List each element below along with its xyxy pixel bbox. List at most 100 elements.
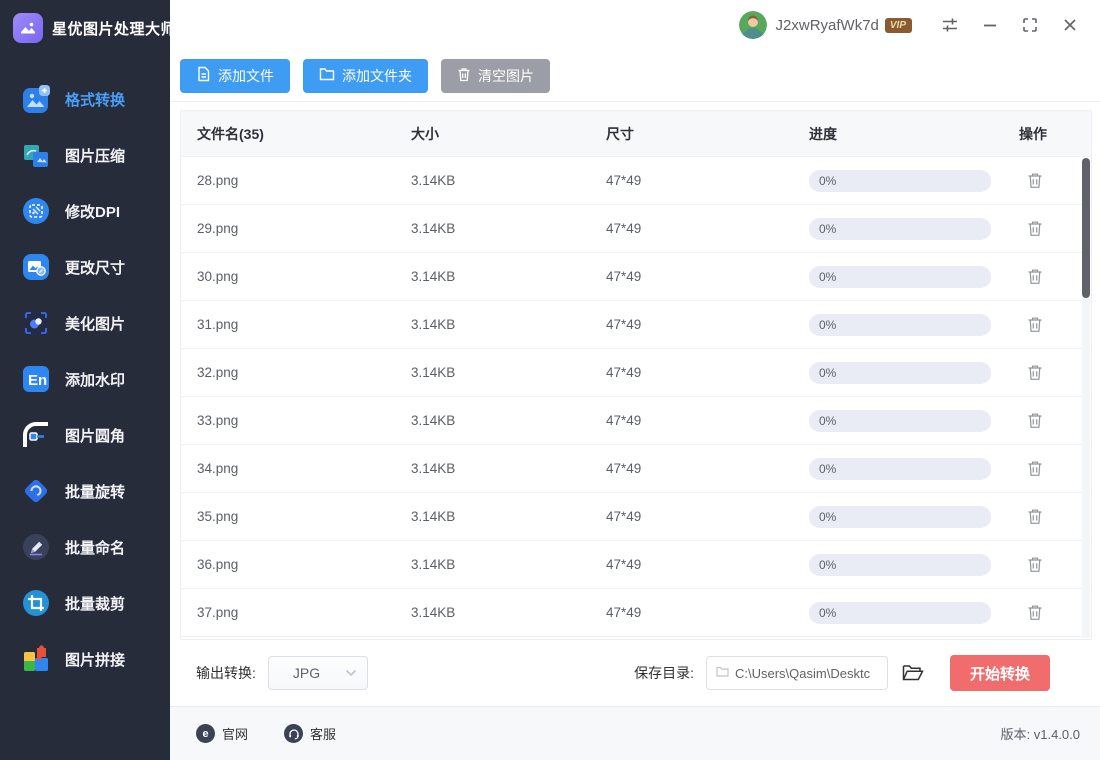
progress-label: 0%	[819, 606, 836, 620]
minimize-icon[interactable]	[978, 13, 1002, 37]
sidebar-item-round-corner[interactable]: 图片圆角	[0, 407, 170, 463]
file-dimensions: 47*49	[606, 605, 809, 620]
file-name: 31.png	[197, 317, 411, 332]
titlebar: J2xwRyafWk7d VIP	[170, 0, 1100, 50]
delete-row-icon[interactable]	[1025, 219, 1045, 239]
save-directory-label: 保存目录:	[634, 663, 694, 683]
add-file-button[interactable]: 添加文件	[180, 59, 290, 93]
maximize-icon[interactable]	[1018, 13, 1042, 37]
file-dimensions: 47*49	[606, 461, 809, 476]
delete-row-icon[interactable]	[1025, 411, 1045, 431]
save-path-input[interactable]: C:\Users\Qasim\Desktc	[706, 656, 888, 690]
customer-support-link[interactable]: 客服	[284, 724, 336, 743]
batch-rotate-icon	[21, 476, 51, 506]
file-name: 28.png	[197, 173, 411, 188]
file-size: 3.14KB	[411, 509, 606, 524]
file-size: 3.14KB	[411, 605, 606, 620]
sidebar-item-beautify[interactable]: 美化图片	[0, 295, 170, 351]
table-row: 33.png 3.14KB 47*49 0%	[181, 397, 1091, 445]
chevron-down-icon	[345, 664, 357, 682]
progress-bar: 0%	[809, 314, 991, 336]
progress-label: 0%	[819, 558, 836, 572]
file-dimensions: 47*49	[606, 557, 809, 572]
progress-bar: 0%	[809, 602, 991, 624]
file-size: 3.14KB	[411, 317, 606, 332]
user-avatar[interactable]	[739, 11, 767, 39]
sidebar: 星优图片处理大师 格式转换 图片压缩 修改DPI	[0, 0, 170, 760]
clear-images-label: 清空图片	[478, 66, 534, 86]
round-corner-icon	[21, 420, 51, 450]
version-label: 版本: v1.4.0.0	[1001, 724, 1080, 743]
sidebar-item-batch-rename[interactable]: 批量命名	[0, 519, 170, 575]
beautify-icon	[21, 308, 51, 338]
close-icon[interactable]	[1058, 13, 1082, 37]
sidebar-item-watermark[interactable]: En 添加水印	[0, 351, 170, 407]
file-dimensions: 47*49	[606, 509, 809, 524]
delete-row-icon[interactable]	[1025, 171, 1045, 191]
sidebar-item-label: 批量旋转	[65, 481, 125, 502]
file-name: 35.png	[197, 509, 411, 524]
sidebar-item-image-stitch[interactable]: 图片拼接	[0, 631, 170, 687]
progress-bar: 0%	[809, 458, 991, 480]
scrollbar-track[interactable]	[1082, 158, 1090, 638]
format-convert-icon	[21, 84, 51, 114]
sidebar-item-image-compress[interactable]: 图片压缩	[0, 127, 170, 183]
file-size: 3.14KB	[411, 221, 606, 236]
scrollbar-thumb[interactable]	[1082, 158, 1090, 298]
modify-dpi-icon	[21, 196, 51, 226]
file-table: 文件名(35) 大小 尺寸 进度 操作 28.png 3.14KB 47*49 …	[180, 110, 1092, 640]
clear-images-button[interactable]: 清空图片	[441, 59, 550, 93]
format-select[interactable]: JPG	[268, 656, 368, 690]
col-filename: 文件名(35)	[197, 124, 411, 144]
sidebar-item-format-convert[interactable]: 格式转换	[0, 71, 170, 127]
progress-bar: 0%	[809, 170, 991, 192]
progress-label: 0%	[819, 366, 836, 380]
sidebar-item-label: 美化图片	[65, 313, 125, 334]
progress-label: 0%	[819, 222, 836, 236]
sidebar-item-batch-rotate[interactable]: 批量旋转	[0, 463, 170, 519]
delete-row-icon[interactable]	[1025, 555, 1045, 575]
footer: e 官网 客服 版本: v1.4.0.0	[170, 706, 1100, 760]
save-directory-group: 保存目录: C:\Users\Qasim\Desktc 开始转换	[634, 655, 1050, 691]
file-dimensions: 47*49	[606, 317, 809, 332]
settings-sliders-icon[interactable]	[938, 13, 962, 37]
delete-row-icon[interactable]	[1025, 363, 1045, 383]
progress-bar: 0%	[809, 410, 991, 432]
delete-row-icon[interactable]	[1025, 315, 1045, 335]
table-row: 35.png 3.14KB 47*49 0%	[181, 493, 1091, 541]
sidebar-item-label: 格式转换	[65, 89, 125, 110]
sidebar-item-modify-dpi[interactable]: 修改DPI	[0, 183, 170, 239]
file-name: 34.png	[197, 461, 411, 476]
table-row: 28.png 3.14KB 47*49 0%	[181, 157, 1091, 205]
file-name: 36.png	[197, 557, 411, 572]
sidebar-item-batch-crop[interactable]: 批量裁剪	[0, 575, 170, 631]
file-size: 3.14KB	[411, 365, 606, 380]
col-progress: 进度	[809, 124, 1015, 144]
file-table-area: 文件名(35) 大小 尺寸 进度 操作 28.png 3.14KB 47*49 …	[170, 102, 1100, 640]
image-stitch-icon	[21, 644, 51, 674]
progress-bar: 0%	[809, 506, 991, 528]
delete-row-icon[interactable]	[1025, 603, 1045, 623]
official-website-link[interactable]: e 官网	[196, 724, 248, 743]
sidebar-item-label: 图片压缩	[65, 145, 125, 166]
batch-crop-icon	[21, 588, 51, 618]
progress-bar: 0%	[809, 554, 991, 576]
add-folder-button[interactable]: 添加文件夹	[303, 59, 428, 93]
resize-icon	[21, 252, 51, 282]
sidebar-item-label: 图片拼接	[65, 649, 125, 670]
sidebar-item-label: 图片圆角	[65, 425, 125, 446]
delete-row-icon[interactable]	[1025, 507, 1045, 527]
delete-row-icon[interactable]	[1025, 459, 1045, 479]
batch-rename-icon	[21, 532, 51, 562]
username[interactable]: J2xwRyafWk7d	[776, 17, 879, 34]
headset-icon	[284, 724, 303, 743]
progress-label: 0%	[819, 270, 836, 284]
browse-folder-icon[interactable]	[900, 660, 926, 686]
delete-row-icon[interactable]	[1025, 267, 1045, 287]
save-path-value: C:\Users\Qasim\Desktc	[735, 666, 870, 681]
folder-small-icon	[716, 664, 729, 682]
file-name: 37.png	[197, 605, 411, 620]
sidebar-item-resize[interactable]: 更改尺寸	[0, 239, 170, 295]
file-dimensions: 47*49	[606, 221, 809, 236]
start-convert-button[interactable]: 开始转换	[950, 655, 1050, 691]
